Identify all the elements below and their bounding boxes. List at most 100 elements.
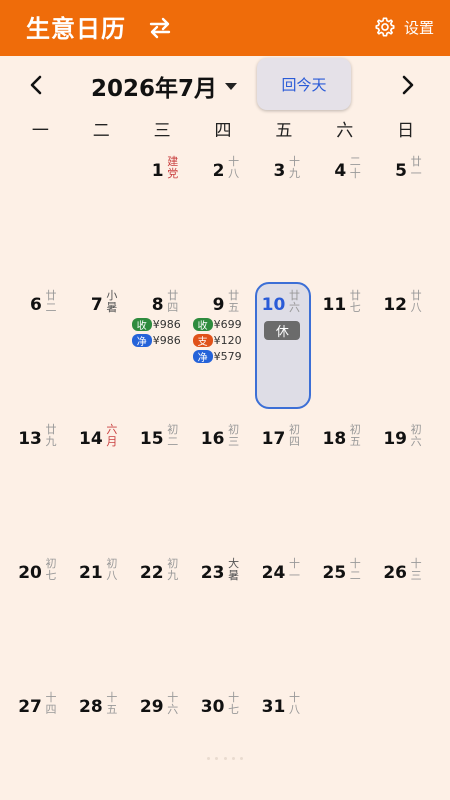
day-cell[interactable]: 1 建党 (132, 144, 193, 278)
day-entries: 收 ¥986 净 ¥986 (131, 316, 194, 348)
day-number: 19 (383, 429, 408, 449)
back-to-today-button[interactable]: 回今天 (257, 58, 351, 110)
app-title: 生意日历 (26, 15, 126, 43)
day-cell[interactable]: 24 十一 (253, 546, 314, 680)
day-number: 15 (139, 429, 164, 449)
empty-day-cell (10, 144, 71, 278)
income-tag: 收 (131, 317, 152, 332)
lunar-date-label: 十八 (288, 691, 300, 716)
entry-row-income: 收 ¥986 (131, 316, 194, 332)
income-amount: ¥699 (213, 317, 242, 331)
day-number: 5 (395, 161, 408, 181)
swap-arrows-icon[interactable] (147, 16, 173, 40)
weekday-label: 五 (275, 121, 293, 141)
day-cell[interactable]: 13 廿九 (10, 412, 71, 546)
lunar-date-label: 建党 (167, 155, 179, 180)
lunar-date-label: 初四 (288, 423, 300, 448)
day-cell[interactable]: 6 廿二 (10, 278, 71, 412)
day-cell[interactable]: 4 二十 (314, 144, 375, 278)
day-cell[interactable]: 29 十六 (132, 680, 193, 800)
day-number: 22 (139, 563, 164, 583)
day-number: 3 (273, 161, 286, 181)
net-amount: ¥986 (152, 333, 181, 347)
day-cell[interactable]: 30 十七 (193, 680, 254, 800)
lunar-date-label: 小暑 (106, 289, 118, 314)
day-number: 26 (383, 563, 408, 583)
expense-tag: 支 (192, 333, 213, 348)
day-cell[interactable]: 16 初三 (193, 412, 254, 546)
day-number: 13 (18, 429, 42, 449)
day-cell[interactable]: 21 初八 (71, 546, 132, 680)
lunar-date-label: 初七 (45, 557, 57, 582)
lunar-date-label: 廿五 (228, 289, 240, 314)
calendar-grid: 1 建党 2 十八 3 十九 4 二十 5 廿一 6 廿二 7 小暑 8 廿四收 ¥986 净 ¥986 9 廿五收 ¥6… (10, 144, 436, 800)
settings-button[interactable]: 设置 (374, 14, 434, 40)
lunar-date-label: 十五 (106, 691, 118, 716)
day-cell[interactable]: 7 小暑 (71, 278, 132, 412)
empty-day-cell (375, 680, 436, 800)
month-navigation: 2026年7月 回今天 (0, 56, 450, 112)
lunar-date-label: 廿八 (410, 289, 422, 314)
calendar-week-row: 1 建党 2 十八 3 十九 4 二十 5 廿一 (10, 144, 436, 278)
chevron-right-icon[interactable] (398, 74, 418, 96)
lunar-date-label: 初八 (106, 557, 118, 582)
empty-day-cell (71, 144, 132, 278)
day-cell[interactable]: 8 廿四收 ¥986 净 ¥986 (131, 278, 194, 412)
caret-down-icon[interactable] (224, 82, 238, 91)
day-number: 17 (261, 429, 286, 449)
day-cell[interactable]: 23 大暑 (193, 546, 254, 680)
day-number: 29 (139, 697, 164, 717)
day-cell[interactable]: 19 初六 (375, 412, 436, 546)
lunar-date-label: 廿二 (45, 289, 57, 314)
empty-day-cell (314, 680, 375, 800)
day-cell[interactable]: 22 初九 (132, 546, 193, 680)
day-number: 31 (261, 697, 286, 717)
gear-icon (375, 17, 395, 37)
day-cell[interactable]: 20 初七 (10, 546, 71, 680)
entry-row-income: 收 ¥699 (192, 316, 255, 332)
day-cell-today[interactable]: 10 廿六休 (253, 278, 314, 412)
day-cell[interactable]: 28 十五 (71, 680, 132, 800)
calendar-week-row: 27 十四 28 十五 29 十六 30 十七 31 十八 (10, 680, 436, 800)
day-number: 28 (79, 697, 103, 717)
day-cell[interactable]: 2 十八 (193, 144, 254, 278)
day-number: 9 (212, 295, 225, 315)
day-cell[interactable]: 12 廿八 (375, 278, 436, 412)
weekday-label: 四 (214, 121, 232, 141)
lunar-date-label: 十二 (349, 557, 361, 582)
day-cell[interactable]: 18 初五 (314, 412, 375, 546)
income-tag: 收 (192, 317, 213, 332)
day-entries: 收 ¥699 支 ¥120 净 ¥579 (192, 316, 255, 364)
lunar-date-label: 初三 (228, 423, 240, 448)
lunar-date-label: 十九 (288, 155, 300, 180)
lunar-date-label: 大暑 (228, 557, 240, 582)
day-number: 20 (18, 563, 42, 583)
lunar-date-label: 初五 (349, 423, 361, 448)
chevron-left-icon[interactable] (26, 74, 46, 96)
app-toolbar: 生意日历 设置 (0, 0, 450, 56)
day-cell[interactable]: 15 初二 (132, 412, 193, 546)
day-cell[interactable]: 25 十二 (314, 546, 375, 680)
day-cell[interactable]: 5 廿一 (375, 144, 436, 278)
day-cell[interactable]: 11 廿七 (314, 278, 375, 412)
lunar-date-label: 廿一 (410, 155, 422, 180)
day-cell[interactable]: 31 十八 (253, 680, 314, 800)
day-number: 1 (151, 161, 164, 181)
day-cell[interactable]: 17 初四 (253, 412, 314, 546)
lunar-date-label: 初九 (167, 557, 179, 582)
month-title[interactable]: 2026年7月 (91, 69, 217, 103)
entry-row-net: 净 ¥579 (192, 348, 255, 364)
page-indicator (207, 757, 243, 761)
lunar-date-label: 廿九 (45, 423, 57, 448)
day-cell[interactable]: 27 十四 (10, 680, 71, 800)
day-cell[interactable]: 26 十三 (375, 546, 436, 680)
day-number: 18 (322, 429, 347, 449)
day-cell[interactable]: 3 十九 (253, 144, 314, 278)
day-number: 4 (334, 161, 347, 181)
weekday-label: 一 (31, 121, 49, 141)
day-cell[interactable]: 14 六月 (71, 412, 132, 546)
day-cell[interactable]: 9 廿五收 ¥699 支 ¥120 净 ¥579 (192, 278, 255, 412)
day-number: 14 (79, 429, 103, 449)
weekday-label: 二 (92, 121, 110, 141)
lunar-date-label: 二十 (349, 155, 361, 180)
